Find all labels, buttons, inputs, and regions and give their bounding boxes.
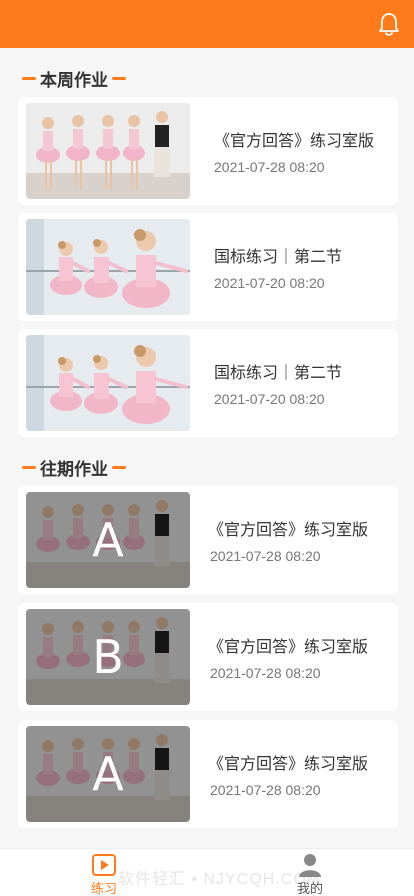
section-title-text: 往期作业: [40, 459, 108, 479]
video-thumbnail: [26, 103, 190, 199]
tab-mine[interactable]: 我的: [280, 853, 340, 896]
title-bar-right: [112, 465, 126, 469]
ballet-barre-photo: [26, 335, 190, 431]
homework-card[interactable]: 国标练习｜第二节 2021-07-20 08:20: [18, 213, 398, 321]
homework-date: 2021-07-28 08:20: [210, 548, 321, 564]
homework-card[interactable]: 国标练习｜第二节 2021-07-20 08:20: [18, 329, 398, 437]
grade-letter: A: [92, 747, 124, 801]
video-thumbnail: B: [26, 609, 190, 705]
video-thumbnail: A: [26, 726, 190, 822]
homework-date: 2021-07-28 08:20: [210, 665, 321, 681]
past-homework-card[interactable]: B 《官方回答》练习室版 2021-07-28 08:20: [18, 603, 398, 711]
past-homework-card[interactable]: A 《官方回答》练习室版 2021-07-28 08:20: [18, 486, 398, 594]
ballet-barre-photo: [26, 219, 190, 315]
grade-letter: B: [92, 630, 124, 684]
section-title-text: 本周作业: [40, 70, 108, 90]
bottom-tab-bar: 练习 软件轻汇 • NJYCQH.COM 我的: [0, 848, 414, 896]
section-title-past: 往期作业: [0, 455, 414, 479]
homework-date: 2021-07-28 08:20: [214, 159, 325, 175]
video-thumbnail: [26, 335, 190, 431]
video-thumbnail: [26, 219, 190, 315]
bell-icon[interactable]: [378, 12, 400, 38]
title-bar-right: [112, 76, 126, 80]
homework-date: 2021-07-28 08:20: [210, 782, 321, 798]
homework-date: 2021-07-20 08:20: [214, 391, 325, 407]
homework-title: 《官方回答》练习室版: [214, 133, 375, 150]
section-title-current: 本周作业: [0, 66, 414, 90]
play-video-icon: [92, 854, 116, 876]
homework-title: 《官方回答》练习室版: [208, 522, 369, 539]
grade-letter: A: [92, 513, 124, 567]
title-bar-left: [22, 465, 36, 469]
ballet-photo: [26, 103, 190, 199]
past-homework-card[interactable]: A 《官方回答》练习室版 2021-07-28 08:20: [18, 720, 398, 828]
person-icon: [299, 854, 321, 877]
title-bar-left: [22, 76, 36, 80]
homework-title: 《官方回答》练习室版: [208, 639, 369, 656]
homework-card[interactable]: 《官方回答》练习室版 2021-07-28 08:20: [18, 97, 398, 205]
top-bar: [0, 0, 414, 48]
tab-label: 我的: [296, 881, 323, 896]
homework-title: 国标练习｜第二节: [214, 365, 343, 382]
homework-title: 国标练习｜第二节: [214, 249, 343, 266]
homework-title: 《官方回答》练习室版: [208, 756, 369, 773]
video-thumbnail: A: [26, 492, 190, 588]
homework-date: 2021-07-20 08:20: [214, 275, 325, 291]
